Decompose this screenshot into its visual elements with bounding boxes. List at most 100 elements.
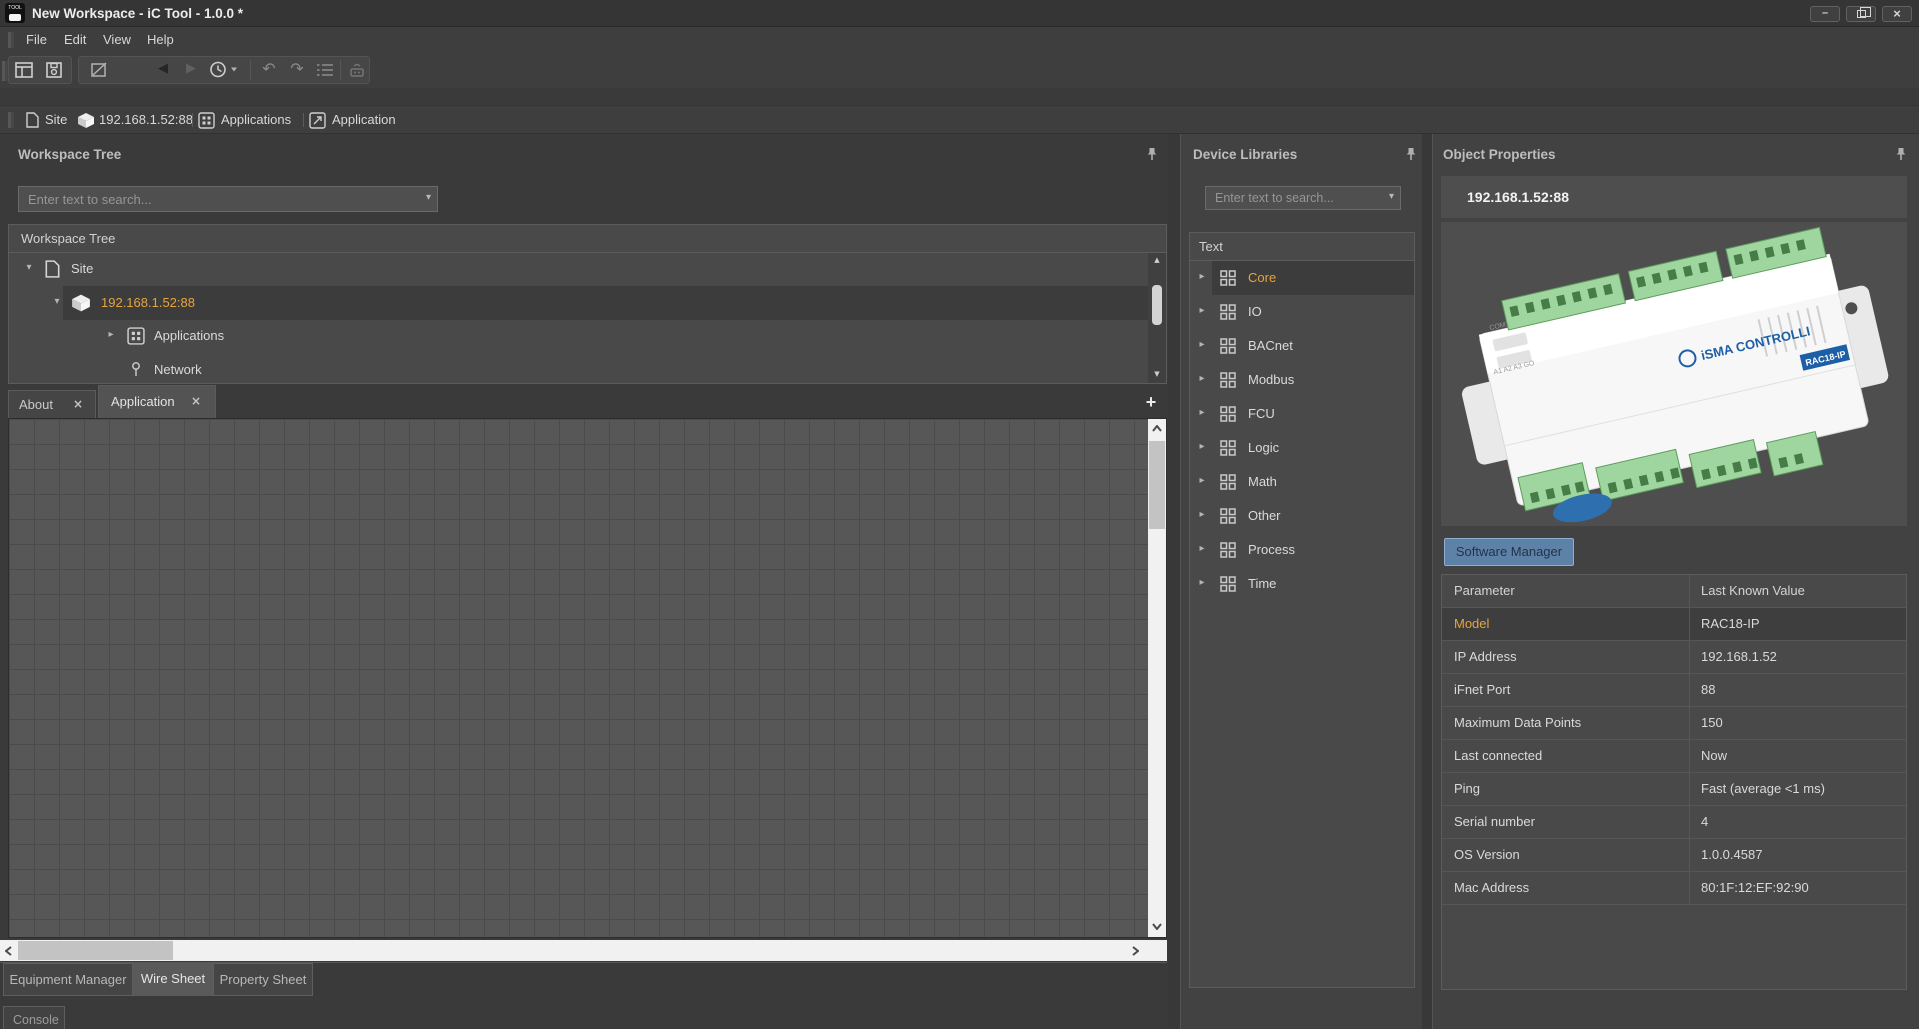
forward-button[interactable]: ▶: [178, 58, 204, 82]
chevron-down-icon[interactable]: ▾: [426, 192, 431, 203]
library-row-modbus[interactable]: ▸ Modbus: [1190, 363, 1414, 397]
scroll-down-icon[interactable]: [1152, 923, 1162, 930]
library-row-io[interactable]: ▸ IO: [1190, 295, 1414, 329]
table-row-mac-address[interactable]: Mac Address 80:1F:12:EF:92:90: [1442, 872, 1906, 905]
library-row-math[interactable]: ▸ Math: [1190, 465, 1414, 499]
table-row-last-connected[interactable]: Last connected Now: [1442, 740, 1906, 773]
menu-file[interactable]: File: [16, 27, 57, 53]
back-button[interactable]: ◀: [150, 58, 176, 82]
tree-row-device[interactable]: ▾ 192.168.1.52:88: [9, 286, 1166, 320]
tab-property-sheet[interactable]: Property Sheet: [213, 963, 313, 996]
device-button[interactable]: [344, 58, 370, 82]
workspace-tree-column-header[interactable]: Workspace Tree: [9, 225, 1166, 253]
expander-closed-icon[interactable]: ▸: [1196, 509, 1208, 520]
pin-icon[interactable]: [1146, 147, 1158, 161]
tab-wire-sheet[interactable]: Wire Sheet: [133, 963, 213, 996]
canvas-vertical-scrollbar[interactable]: [1148, 419, 1166, 937]
library-row-logic[interactable]: ▸ Logic: [1190, 431, 1414, 465]
table-row-ping[interactable]: Ping Fast (average <1 ms): [1442, 773, 1906, 806]
device-libraries-search-input[interactable]: [1206, 187, 1400, 209]
tab-about[interactable]: About ×: [8, 390, 96, 418]
workspace-tree-search-input[interactable]: [19, 187, 437, 211]
library-row-process[interactable]: ▸ Process: [1190, 533, 1414, 567]
table-row-ifnet-port[interactable]: iFnet Port 88: [1442, 674, 1906, 707]
expander-open-icon[interactable]: ▾: [23, 262, 35, 273]
column-divider: [1689, 674, 1690, 706]
scrollbar-thumb[interactable]: [1149, 441, 1165, 529]
tab-application[interactable]: Application ×: [98, 385, 216, 418]
chevron-down-icon[interactable]: ▾: [1389, 191, 1394, 202]
table-row-serial-number[interactable]: Serial number 4: [1442, 806, 1906, 839]
expander-closed-icon[interactable]: ▸: [105, 329, 117, 340]
canvas-horizontal-scrollbar[interactable]: [0, 940, 1167, 961]
table-row-ip-address[interactable]: IP Address 192.168.1.52: [1442, 641, 1906, 674]
device-libraries-search[interactable]: ▾: [1205, 186, 1401, 210]
library-row-bacnet[interactable]: ▸ BACnet: [1190, 329, 1414, 363]
scrollbar-thumb[interactable]: [1152, 285, 1162, 325]
wire-sheet-canvas[interactable]: [8, 418, 1167, 938]
col-header-parameter[interactable]: Parameter: [1454, 583, 1515, 598]
undo-button[interactable]: ↶: [256, 58, 282, 82]
tree-node-label: 192.168.1.52:88: [101, 295, 195, 310]
expander-closed-icon[interactable]: ▸: [1196, 305, 1208, 316]
workspace-tree-search[interactable]: ▾: [18, 186, 438, 212]
expander-closed-icon[interactable]: ▸: [1196, 373, 1208, 384]
edit-sheet-button[interactable]: [86, 58, 112, 82]
library-row-core[interactable]: ▸ Core: [1190, 261, 1414, 295]
history-button[interactable]: [206, 58, 242, 82]
list-button[interactable]: [312, 58, 338, 82]
breadcrumb-device[interactable]: 192.168.1.52:88: [99, 106, 193, 134]
breadcrumb-application[interactable]: Application: [332, 106, 396, 134]
library-row-other[interactable]: ▸ Other: [1190, 499, 1414, 533]
expander-closed-icon[interactable]: ▸: [1196, 475, 1208, 486]
tree-row-network[interactable]: Network: [9, 353, 1166, 384]
scroll-down-icon[interactable]: ▼: [1148, 370, 1166, 378]
scroll-left-icon[interactable]: [5, 946, 12, 956]
scroll-up-icon[interactable]: ▲: [1148, 256, 1166, 264]
toolbar-separator: [340, 60, 341, 80]
close-tab-icon[interactable]: ×: [73, 397, 83, 411]
close-button[interactable]: ×: [1882, 6, 1912, 22]
close-tab-icon[interactable]: ×: [191, 394, 201, 408]
save-workspace-button[interactable]: [41, 58, 67, 82]
expander-closed-icon[interactable]: ▸: [1196, 339, 1208, 350]
menu-help[interactable]: Help: [137, 27, 184, 53]
library-row-time[interactable]: ▸ Time: [1190, 567, 1414, 601]
minimize-button[interactable]: –: [1810, 6, 1840, 22]
scroll-up-icon[interactable]: [1152, 425, 1162, 432]
scroll-right-icon[interactable]: [1132, 946, 1139, 956]
tree-row-applications[interactable]: ▸ Applications: [9, 320, 1166, 353]
pin-icon[interactable]: [1895, 147, 1907, 161]
software-manager-button[interactable]: Software Manager: [1444, 538, 1574, 566]
pin-icon[interactable]: [1405, 147, 1417, 161]
expander-closed-icon[interactable]: ▸: [1196, 271, 1208, 282]
expander-closed-icon[interactable]: ▸: [1196, 441, 1208, 452]
breadcrumb-applications[interactable]: Applications: [221, 106, 291, 134]
toolbar: ◀ ▶ ↶ ↷: [0, 53, 1919, 88]
library-row-fcu[interactable]: ▸ FCU: [1190, 397, 1414, 431]
tab-console[interactable]: Console: [3, 1006, 65, 1029]
col-header-last-known-value[interactable]: Last Known Value: [1701, 583, 1805, 598]
tree-scrollbar[interactable]: ▲ ▼: [1148, 253, 1166, 383]
menu-edit[interactable]: Edit: [54, 27, 96, 53]
library-grid-icon: [1220, 508, 1236, 524]
workspace-tree: Workspace Tree ▾ Site ▾ 192.168.1.52:88 …: [8, 224, 1167, 384]
menu-view[interactable]: View: [93, 27, 141, 53]
expander-closed-icon[interactable]: ▸: [1196, 407, 1208, 418]
add-tab-button[interactable]: +: [1138, 389, 1164, 415]
libraries-column-header[interactable]: Text: [1190, 233, 1414, 261]
redo-button[interactable]: ↷: [284, 58, 310, 82]
expander-closed-icon[interactable]: ▸: [1196, 577, 1208, 588]
breadcrumb-site[interactable]: Site: [45, 106, 67, 134]
table-row-model[interactable]: Model RAC18-IP: [1442, 608, 1906, 641]
table-row-max-data-points[interactable]: Maximum Data Points 150: [1442, 707, 1906, 740]
restore-button[interactable]: [1846, 6, 1876, 22]
expander-closed-icon[interactable]: ▸: [1196, 543, 1208, 554]
table-row-os-version[interactable]: OS Version 1.0.0.4587: [1442, 839, 1906, 872]
new-workspace-button[interactable]: [11, 58, 37, 82]
library-label: BACnet: [1248, 338, 1293, 353]
tree-row-site[interactable]: ▾ Site: [9, 253, 1166, 286]
expander-open-icon[interactable]: ▾: [51, 296, 63, 307]
tab-equipment-manager[interactable]: Equipment Manager: [3, 963, 133, 996]
scrollbar-thumb[interactable]: [18, 941, 173, 960]
